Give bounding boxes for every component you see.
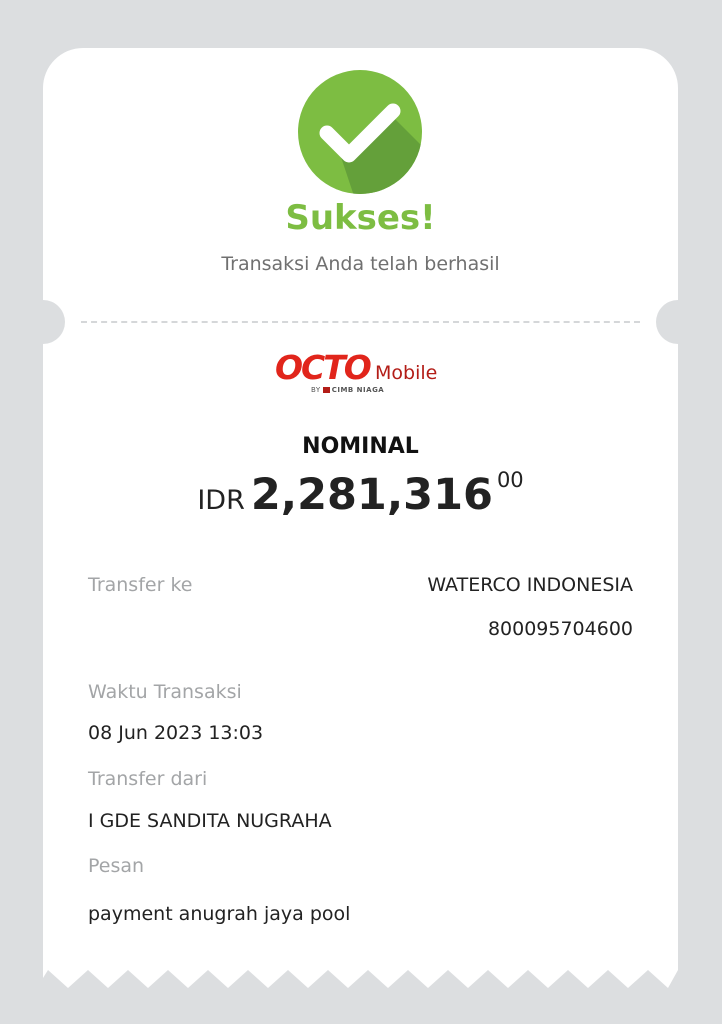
logo-byline: BY CIMB NIAGA [311,386,385,394]
transfer-to-account: 800095704600 [487,618,633,640]
transaction-time-value: 08 Jun 2023 13:03 [88,722,264,744]
status-subtitle: Transaksi Anda telah berhasil [221,253,500,275]
receipt-notch-right [656,300,700,344]
transfer-from-label: Transfer dari [88,768,208,790]
nominal-amount: IDR 2,281,316 00 [43,468,678,520]
amount-currency: IDR [197,485,245,516]
amount-value: 2,281,316 [250,470,493,520]
octo-mobile-logo: OCTO Mobile BY CIMB NIAGA [275,348,451,398]
transfer-to-name: WATERCO INDONESIA [427,574,633,596]
logo-brand: OCTO [275,348,372,387]
status-title: Sukses! [285,198,436,238]
amount-decimals: 00 [496,468,524,492]
transaction-time-label: Waktu Transaksi [88,681,242,703]
receipt-zigzag-edge [43,966,678,988]
receipt-notch-left [21,300,65,344]
transfer-to-label: Transfer ke [88,574,193,596]
receipt-divider [81,321,640,323]
transfer-from-value: I GDE SANDITA NUGRAHA [88,810,332,832]
message-label: Pesan [88,855,145,877]
logo-suffix: Mobile [375,362,438,384]
message-value: payment anugrah jaya pool [88,903,351,925]
receipt-card: Sukses! Transaksi Anda telah berhasil OC… [21,48,700,988]
check-circle-icon [298,70,422,194]
nominal-label: NOMINAL [302,434,419,459]
